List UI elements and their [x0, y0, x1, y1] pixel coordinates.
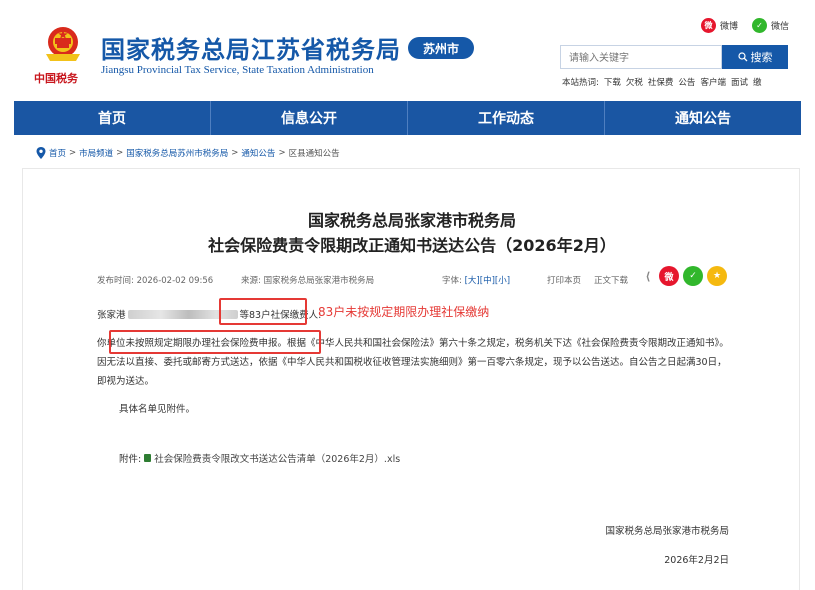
- brand-signature: 中国税务: [34, 72, 78, 85]
- breadcrumb-separator: >: [69, 148, 77, 158]
- breadcrumb-separator: >: [116, 148, 124, 158]
- search-button-label: 搜索: [750, 51, 773, 64]
- publish-time-label: 发布时间:: [97, 276, 134, 286]
- national-emblem-icon: [46, 27, 80, 61]
- nav-item-work-news[interactable]: 工作动态: [408, 101, 605, 135]
- wechat-link[interactable]: 微信: [771, 19, 789, 32]
- article-title-line2: 社会保险费责令限期改正通知书送达公告（2026年2月）: [208, 236, 616, 255]
- search-icon: [737, 52, 747, 62]
- location-pin-icon: [36, 147, 46, 159]
- site-header: 中国税务 国家税务总局江苏省税务局 Jiangsu Provincial Tax…: [0, 0, 815, 100]
- addressee-prefix: 张家港: [97, 310, 126, 321]
- hot-word[interactable]: 面试: [731, 76, 748, 88]
- xls-file-icon: [144, 454, 152, 462]
- article-title-line1: 国家税务总局张家港市税务局: [307, 211, 516, 230]
- attachment-label: 附件:: [119, 454, 142, 465]
- article-share-icons: ⟨ 微 ✓ ★: [641, 266, 727, 286]
- hot-word[interactable]: 社保费: [648, 76, 674, 88]
- hot-word[interactable]: 客户端: [700, 76, 726, 88]
- wechat-share-icon[interactable]: ✓: [683, 266, 703, 286]
- nav-item-notices[interactable]: 通知公告: [605, 101, 801, 135]
- font-size-medium[interactable]: 中: [483, 276, 492, 286]
- search-input[interactable]: [561, 47, 721, 70]
- breadcrumb-city-channel[interactable]: 市局频道: [79, 147, 113, 159]
- highlight-box-reason: [109, 330, 321, 354]
- breadcrumb-suzhou-bureau[interactable]: 国家税务总局苏州市税务局: [126, 147, 228, 159]
- main-nav: 首页 信息公开 工作动态 通知公告: [14, 101, 801, 135]
- city-badge[interactable]: 苏州市: [408, 37, 474, 59]
- font-size-small[interactable]: 小: [498, 276, 507, 286]
- breadcrumb-current: 区县通知公告: [288, 149, 340, 159]
- article: 国家税务总局张家港市税务局 社会保险费责令限期改正通知书送达公告（2026年2月…: [22, 168, 800, 590]
- breadcrumb: 首页 > 市局频道 > 国家税务总局苏州市税务局 > 通知公告 > 区县通知公告: [36, 147, 340, 159]
- highlight-box-addressee: [219, 298, 307, 325]
- hot-words: 本站热词: 下载 欠税 社保费 公告 客户端 面试 缴: [562, 76, 761, 88]
- print-page-link[interactable]: 打印本页: [547, 274, 581, 286]
- search-box: [560, 45, 722, 70]
- annotation-text: 83户未按规定期限办理社保缴纳: [318, 305, 490, 319]
- hot-word[interactable]: 公告: [678, 76, 695, 88]
- qzone-share-icon[interactable]: ★: [707, 266, 727, 286]
- site-title[interactable]: 国家税务总局江苏省税务局: [101, 30, 401, 65]
- share-link-icon[interactable]: ⟨: [641, 269, 655, 283]
- weibo-link[interactable]: 微博: [720, 19, 738, 32]
- signature-date: 2026年2月2日: [664, 555, 729, 566]
- weibo-icon[interactable]: 微: [700, 18, 716, 33]
- hot-word[interactable]: 下载: [604, 76, 621, 88]
- font-size-label: 字体:: [442, 276, 462, 286]
- source-label: 来源:: [241, 276, 261, 286]
- hot-word[interactable]: 欠税: [626, 76, 643, 88]
- hot-words-label: 本站热词:: [562, 78, 599, 88]
- site-subtitle: Jiangsu Provincial Tax Service, State Ta…: [101, 64, 374, 76]
- publish-time: 发布时间: 2026-02-02 09:56: [97, 274, 213, 286]
- breadcrumb-separator: >: [231, 148, 239, 158]
- font-size-switcher: 字体: [大][中][小]: [442, 276, 511, 286]
- list-note: 具体名单见附件。: [119, 404, 196, 415]
- attachment-row: 附件: 社会保险费责令限改文书送达公告清单（2026年2月）.xls: [119, 451, 400, 465]
- share-row: 微 微博 ✓ 微信: [700, 18, 789, 33]
- article-source: 来源: 国家税务总局张家港市税务局: [241, 274, 374, 286]
- source-value: 国家税务总局张家港市税务局: [263, 276, 375, 286]
- weibo-share-icon[interactable]: 微: [659, 266, 679, 286]
- attachment-link[interactable]: 社会保险费责令限改文书送达公告清单（2026年2月）.xls: [154, 451, 400, 465]
- download-text-link[interactable]: 正文下载: [594, 274, 628, 286]
- breadcrumb-separator: >: [278, 148, 286, 158]
- search-button[interactable]: 搜索: [722, 45, 788, 69]
- signature-org: 国家税务总局张家港市税务局: [605, 526, 729, 537]
- nav-item-info-disclosure[interactable]: 信息公开: [211, 101, 408, 135]
- nav-item-home[interactable]: 首页: [14, 101, 211, 135]
- breadcrumb-notices[interactable]: 通知公告: [241, 147, 275, 159]
- wechat-icon[interactable]: ✓: [751, 18, 767, 33]
- breadcrumb-home[interactable]: 首页: [49, 147, 66, 159]
- page: 中国税务 国家税务总局江苏省税务局 Jiangsu Provincial Tax…: [0, 0, 815, 590]
- publish-time-value: 2026-02-02 09:56: [136, 276, 214, 286]
- hot-word[interactable]: 缴: [753, 76, 762, 88]
